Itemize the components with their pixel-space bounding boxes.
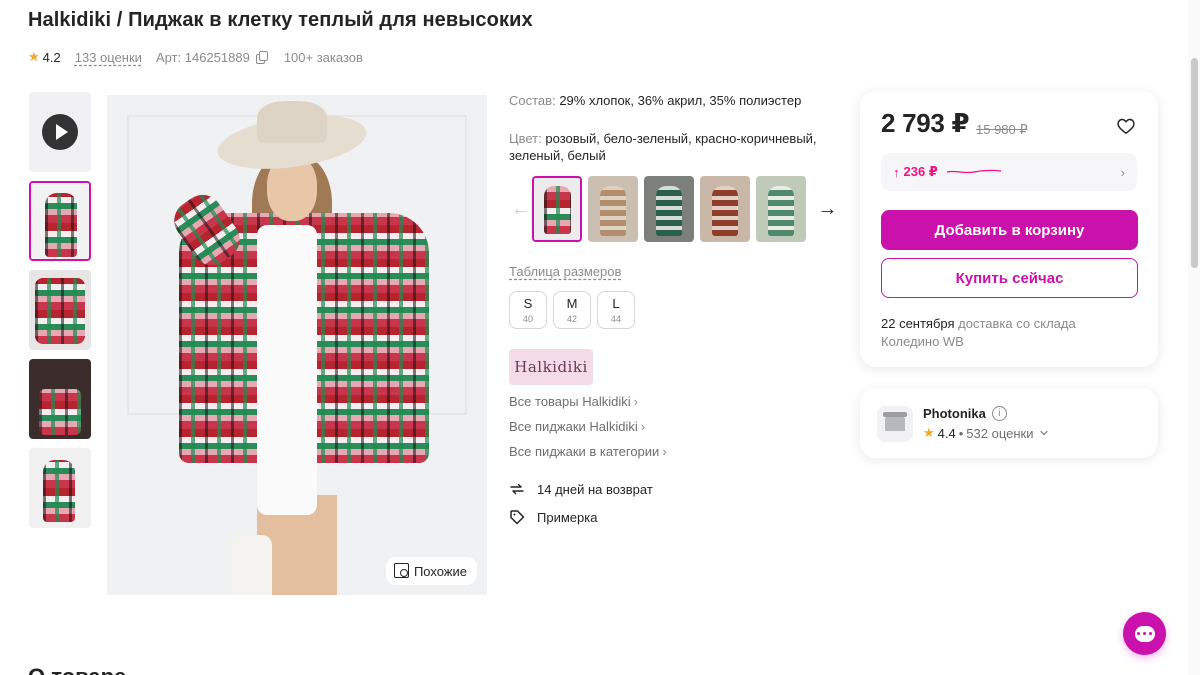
buy-now-button[interactable]: Купить сейчас [881, 258, 1138, 298]
chat-button[interactable] [1123, 612, 1166, 655]
chevron-right-icon: › [633, 394, 638, 409]
thumbnail-list [29, 92, 91, 537]
color-swatch[interactable] [588, 176, 639, 242]
play-icon [42, 114, 78, 150]
main-product-image[interactable]: Похожие [107, 95, 487, 595]
link-all-brand-items[interactable]: Все товары Halkidiki › [509, 393, 667, 410]
tag-icon [509, 509, 525, 525]
feature-fitting: Примерка [509, 509, 597, 525]
squiggle-line [946, 169, 1001, 174]
star-icon: ★ [28, 49, 40, 64]
section-heading: О товаре [28, 664, 126, 675]
color-swatch[interactable] [755, 176, 806, 242]
similar-search-icon [393, 563, 410, 579]
chat-icon [1134, 625, 1155, 642]
link-category-jackets[interactable]: Все пиджаки в категории › [509, 443, 667, 460]
reviews-link[interactable]: 133 оценки [75, 50, 142, 65]
product-title: Halkidiki / Пиджак в клетку теплый для н… [28, 9, 533, 31]
discount-info[interactable]: ↑ 236 ₽ › [881, 153, 1137, 191]
delivery-info: 22 сентября доставка со склада Коледино … [881, 316, 1076, 349]
star-icon: ★ [923, 425, 935, 440]
seller-name[interactable]: Photonika i [923, 406, 1007, 421]
similar-button[interactable]: Похожие [385, 557, 477, 585]
brand-links: Все товары Halkidiki › Все пиджаки Halkid… [509, 393, 667, 468]
return-arrows-icon [509, 481, 525, 497]
thumbnail-image[interactable] [29, 448, 91, 528]
heart-icon[interactable] [1116, 116, 1136, 136]
thumbnail-video[interactable] [29, 92, 91, 172]
shop-icon [877, 406, 913, 442]
arrow-up-icon: ↑ [893, 164, 900, 180]
old-price: 15 980 ₽ [976, 122, 1028, 137]
thumbnail-image[interactable] [29, 359, 91, 439]
copy-icon[interactable] [255, 51, 268, 64]
color-description: Цвет: розовый, бело-зеленый, красно-кори… [509, 131, 817, 163]
price-card: 2 793 ₽ 15 980 ₽ ↑ 236 ₽ › Добавить в ко… [860, 91, 1158, 367]
brand-logo[interactable]: Halkidiki [509, 349, 593, 385]
chevron-right-icon: › [662, 444, 667, 459]
product-meta: ★ 4.2 133 оценки Арт: 146251889 100+ зак… [28, 49, 363, 65]
composition: Состав: 29% хлопок, 36% акрил, 35% полиэ… [509, 93, 802, 108]
link-brand-jackets[interactable]: Все пиджаки Halkidiki › [509, 418, 667, 435]
article-number: Арт: 146251889 [155, 49, 250, 65]
arrow-right-icon[interactable]: → [816, 198, 839, 221]
thumbnail-image[interactable] [29, 270, 91, 350]
size-table-link[interactable]: Таблица размеров [509, 264, 621, 279]
feature-return: 14 дней на возврат [509, 481, 653, 497]
color-variants: ← → [509, 175, 839, 243]
similar-label: Похожие [413, 563, 467, 579]
seller-rating: ★ 4.4 • 532 оценки [923, 425, 1049, 441]
chevron-right-icon: › [1120, 164, 1125, 180]
color-swatch[interactable] [644, 176, 694, 242]
chevron-down-icon[interactable] [1039, 426, 1049, 441]
orders-count: 100+ заказов [283, 49, 363, 65]
thumbnail-image[interactable] [29, 181, 91, 261]
size-option[interactable]: S 40 [509, 291, 547, 329]
color-swatch[interactable] [532, 176, 583, 242]
rating-value: 4.2 [42, 49, 61, 65]
add-to-cart-button[interactable]: Добавить в корзину [881, 210, 1138, 250]
size-selector: S 40 M 42 L 44 [509, 291, 641, 329]
size-option[interactable]: L 44 [597, 291, 635, 329]
arrow-left-icon[interactable]: ← [509, 198, 532, 221]
size-option[interactable]: M 42 [553, 291, 591, 329]
info-icon[interactable]: i [991, 406, 1007, 421]
scrollbar[interactable] [1188, 0, 1200, 675]
seller-card[interactable]: Photonika i ★ 4.4 • 532 оценки [860, 388, 1158, 458]
chevron-right-icon: › [640, 419, 646, 434]
current-price: 2 793 ₽ [881, 108, 970, 138]
discount-value: 236 ₽ [903, 164, 938, 179]
color-swatch[interactable] [699, 176, 750, 242]
